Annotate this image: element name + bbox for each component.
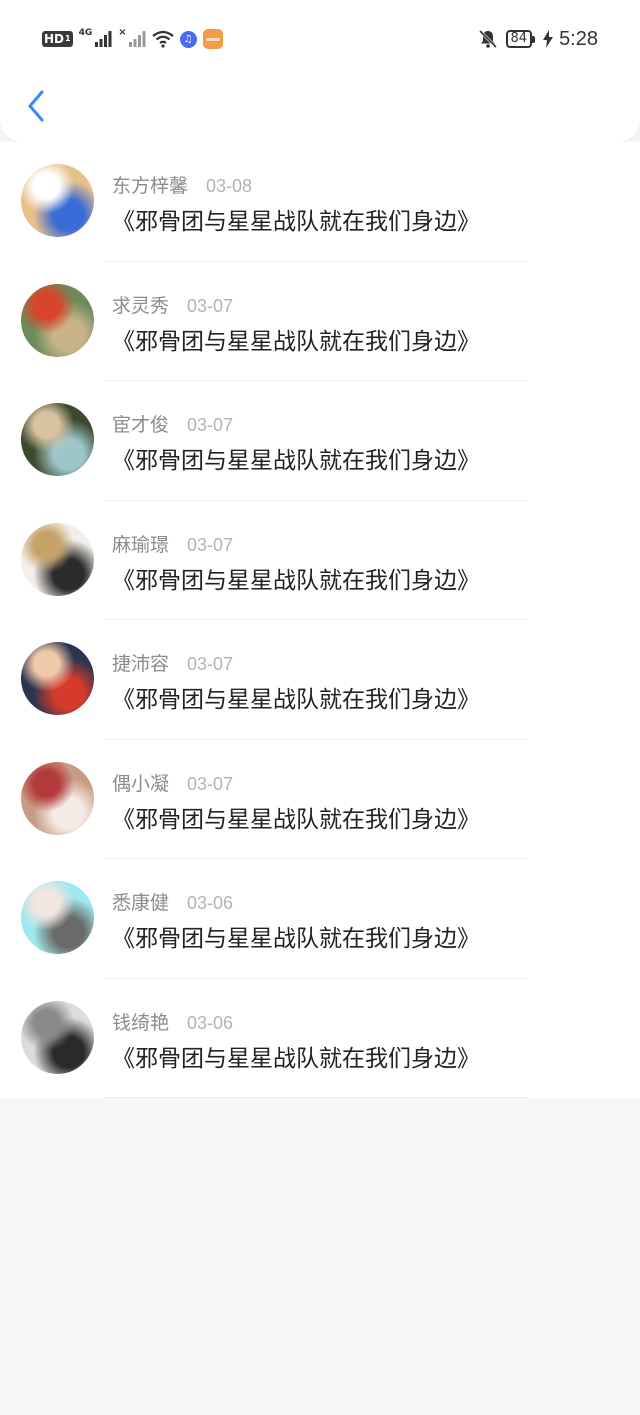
book-title-link[interactable]: 《邪骨团与星星战队就在我们身边》 bbox=[112, 561, 480, 595]
music-app-icon: ♫ bbox=[179, 30, 197, 48]
charging-icon bbox=[543, 30, 554, 48]
book-title-link[interactable]: 《邪骨团与星星战队就在我们身边》 bbox=[112, 919, 480, 953]
book-title-link[interactable]: 《邪骨团与星星战队就在我们身边》 bbox=[112, 1039, 480, 1073]
avatar[interactable] bbox=[21, 403, 94, 476]
user-name[interactable]: 偶小凝 bbox=[112, 769, 169, 796]
book-title-link[interactable]: 《邪骨团与星星战队就在我们身边》 bbox=[112, 800, 480, 834]
avatar[interactable] bbox=[21, 1000, 94, 1074]
book-title-link[interactable]: 《邪骨团与星星战队就在我们身边》 bbox=[112, 680, 480, 714]
comment-item[interactable]: 东方梓馨 03-08 《邪骨团与星星战队就在我们身边》 bbox=[0, 142, 640, 262]
comment-date: 03-06 bbox=[187, 1012, 234, 1033]
user-name[interactable]: 东方梓馨 bbox=[112, 171, 188, 198]
comment-meta: 钱绮艳 03-06 bbox=[112, 1008, 233, 1035]
avatar[interactable] bbox=[21, 761, 94, 835]
comment-item[interactable]: 捷沛容 03-07 《邪骨团与星星战队就在我们身边》 bbox=[0, 620, 640, 740]
signal-icon bbox=[95, 31, 112, 47]
battery-tip bbox=[532, 35, 536, 43]
notification-app-icon bbox=[202, 29, 223, 49]
bell-muted-icon bbox=[478, 29, 497, 49]
hd-badge: HD 1 bbox=[42, 31, 73, 47]
comment-item[interactable]: 钱绮艳 03-06 《邪骨团与星星战队就在我们身边》 bbox=[0, 979, 640, 1098]
comment-meta: 麻瑜璟 03-07 bbox=[112, 530, 233, 557]
header-card: HD 1 4G × ♫ 84 5:28 bbox=[0, 0, 640, 142]
comment-date: 03-08 bbox=[206, 176, 253, 196]
empty-area bbox=[0, 1099, 640, 1415]
divider bbox=[104, 1097, 528, 1098]
user-name[interactable]: 钱绮艳 bbox=[112, 1008, 169, 1035]
comment-item[interactable]: 悉康健 03-06 《邪骨团与星星战队就在我们身边》 bbox=[0, 859, 640, 979]
comment-meta: 悉康健 03-06 bbox=[112, 888, 233, 915]
status-time: 5:28 bbox=[559, 27, 598, 50]
comment-meta: 捷沛容 03-07 bbox=[112, 649, 233, 676]
comment-date: 03-07 bbox=[187, 415, 234, 435]
book-title-link[interactable]: 《邪骨团与星星战队就在我们身边》 bbox=[112, 322, 480, 356]
book-title-link[interactable]: 《邪骨团与星星战队就在我们身边》 bbox=[112, 441, 480, 475]
battery-indicator: 84 bbox=[505, 30, 536, 48]
screen: HD 1 4G × ♫ 84 5:28 东方梓馨 03-08 《邪骨团与星星战队… bbox=[0, 0, 640, 1415]
user-name[interactable]: 求灵秀 bbox=[112, 291, 169, 318]
user-name[interactable]: 捷沛容 bbox=[112, 649, 169, 676]
comment-date: 03-07 bbox=[187, 295, 234, 316]
battery-level: 84 bbox=[505, 30, 533, 48]
comment-meta: 宦才俊 03-07 bbox=[112, 410, 233, 437]
avatar[interactable] bbox=[21, 881, 94, 954]
comment-item[interactable]: 麻瑜璟 03-07 《邪骨团与星星战队就在我们身边》 bbox=[0, 501, 640, 620]
comment-item[interactable]: 偶小凝 03-07 《邪骨团与星星战队就在我们身边》 bbox=[0, 740, 640, 859]
network-type-label: 4G bbox=[78, 28, 93, 38]
comment-date: 03-07 bbox=[187, 773, 234, 794]
signal-weak-icon bbox=[128, 31, 146, 47]
user-name[interactable]: 麻瑜璟 bbox=[112, 530, 169, 557]
wifi-icon bbox=[151, 30, 174, 48]
comment-date: 03-06 bbox=[187, 893, 234, 913]
comment-meta: 偶小凝 03-07 bbox=[112, 769, 233, 796]
user-name[interactable]: 宦才俊 bbox=[112, 410, 169, 437]
comment-item[interactable]: 宦才俊 03-07 《邪骨团与星星战队就在我们身边》 bbox=[0, 381, 640, 501]
avatar[interactable] bbox=[21, 164, 94, 237]
comment-date: 03-07 bbox=[187, 534, 234, 555]
status-bar: HD 1 4G × ♫ 84 5:28 bbox=[0, 0, 640, 78]
user-name[interactable]: 悉康健 bbox=[112, 888, 169, 915]
avatar[interactable] bbox=[21, 283, 94, 357]
comment-list: 东方梓馨 03-08 《邪骨团与星星战队就在我们身边》 求灵秀 03-07 《邪骨团与星星… bbox=[0, 142, 640, 1098]
comment-date: 03-07 bbox=[187, 654, 234, 674]
comment-meta: 求灵秀 03-07 bbox=[112, 291, 233, 318]
comment-item[interactable]: 求灵秀 03-07 《邪骨团与星星战队就在我们身边》 bbox=[0, 262, 640, 381]
hd-sub: 1 bbox=[65, 34, 71, 43]
status-left: HD 1 4G × ♫ bbox=[42, 27, 223, 51]
comment-meta: 东方梓馨 03-08 bbox=[112, 171, 252, 198]
back-button[interactable] bbox=[18, 84, 54, 128]
no-signal-label: × bbox=[118, 26, 127, 38]
book-title-link[interactable]: 《邪骨团与星星战队就在我们身边》 bbox=[112, 202, 480, 236]
avatar[interactable] bbox=[21, 642, 94, 715]
avatar[interactable] bbox=[21, 522, 94, 596]
chevron-left-icon bbox=[28, 90, 44, 122]
status-right: 84 5:28 bbox=[478, 26, 598, 52]
hd-label: HD bbox=[44, 32, 65, 46]
